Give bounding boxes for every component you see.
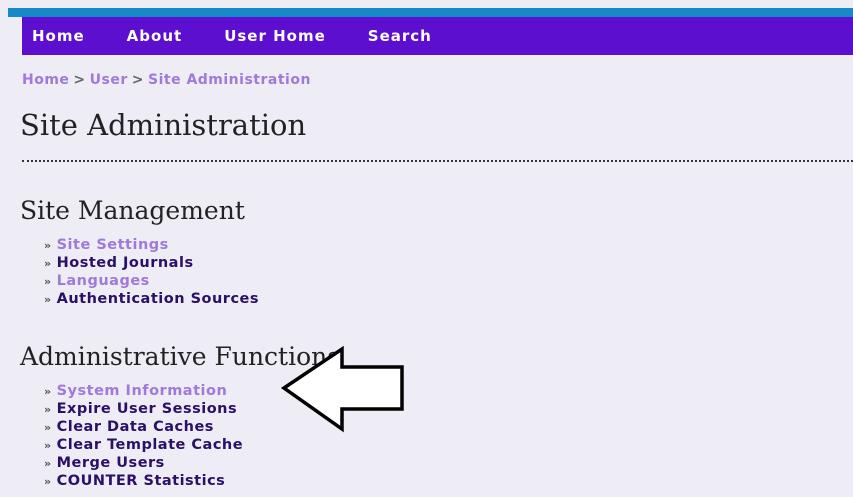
clear-template-cache-link[interactable]: Clear Template Cache bbox=[57, 437, 243, 453]
site-management-list: » Site Settings » Hosted Journals » Languag… bbox=[44, 236, 259, 308]
administrative-functions-list: » System Information » Expire User Session… bbox=[44, 382, 243, 490]
system-information-link[interactable]: System Information bbox=[57, 383, 228, 399]
bullet-icon: » bbox=[44, 293, 52, 306]
bullet-icon: » bbox=[44, 421, 52, 434]
dotted-separator bbox=[22, 160, 853, 162]
bullet-icon: » bbox=[44, 257, 52, 270]
list-item: » Authentication Sources bbox=[44, 290, 259, 308]
list-item: » Merge Users bbox=[44, 454, 243, 472]
left-arrow-icon bbox=[280, 345, 404, 433]
hosted-journals-link[interactable]: Hosted Journals bbox=[57, 255, 194, 271]
top-stripe bbox=[8, 8, 853, 17]
site-settings-link[interactable]: Site Settings bbox=[57, 237, 169, 253]
site-management-heading: Site Management bbox=[20, 196, 245, 225]
bullet-icon: » bbox=[44, 457, 52, 470]
bullet-icon: » bbox=[44, 239, 52, 252]
list-item: » Expire User Sessions bbox=[44, 400, 243, 418]
merge-users-link[interactable]: Merge Users bbox=[57, 455, 165, 471]
breadcrumb-separator: > bbox=[131, 72, 144, 88]
languages-link[interactable]: Languages bbox=[57, 273, 150, 289]
list-item: » System Information bbox=[44, 382, 243, 400]
breadcrumb-current-link[interactable]: Site Administration bbox=[148, 72, 311, 88]
breadcrumb-user-link[interactable]: User bbox=[90, 72, 128, 88]
nav-home-link[interactable]: Home bbox=[32, 27, 85, 45]
breadcrumb-home-link[interactable]: Home bbox=[22, 72, 69, 88]
nav-bar: Home About User Home Search bbox=[22, 17, 853, 55]
expire-user-sessions-link[interactable]: Expire User Sessions bbox=[57, 401, 238, 417]
bullet-icon: » bbox=[44, 385, 52, 398]
bullet-icon: » bbox=[44, 403, 52, 416]
list-item: » COUNTER Statistics bbox=[44, 472, 243, 490]
bullet-icon: » bbox=[44, 439, 52, 452]
bullet-icon: » bbox=[44, 475, 52, 488]
clear-data-caches-link[interactable]: Clear Data Caches bbox=[57, 419, 214, 435]
counter-statistics-link[interactable]: COUNTER Statistics bbox=[57, 473, 226, 489]
list-item: » Site Settings bbox=[44, 236, 259, 254]
nav-user-home-link[interactable]: User Home bbox=[224, 27, 326, 45]
list-item: » Clear Template Cache bbox=[44, 436, 243, 454]
authentication-sources-link[interactable]: Authentication Sources bbox=[57, 291, 259, 307]
page-title: Site Administration bbox=[20, 108, 307, 142]
list-item: » Hosted Journals bbox=[44, 254, 259, 272]
breadcrumb-separator: > bbox=[73, 72, 86, 88]
nav-search-link[interactable]: Search bbox=[368, 27, 432, 45]
list-item: » Languages bbox=[44, 272, 259, 290]
breadcrumb: Home > User > Site Administration bbox=[22, 72, 311, 88]
nav-about-link[interactable]: About bbox=[127, 27, 183, 45]
list-item: » Clear Data Caches bbox=[44, 418, 243, 436]
bullet-icon: » bbox=[44, 275, 52, 288]
